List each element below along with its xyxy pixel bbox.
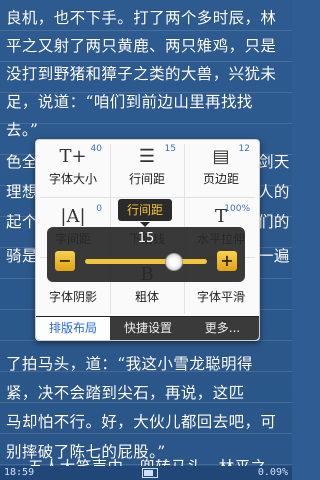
text-line: 良机，也不下手。打了两个多时辰，林 [6,9,277,27]
text-line: 紧，决不会踏到尖石，再说，这匹 [6,384,245,402]
letter-spacing-icon: |A| [60,206,86,227]
slider-value: 15 [137,231,155,246]
setting-font-size[interactable]: 40 T+ 字体大小 [36,140,110,200]
setting-label: 页边距 [202,172,239,186]
setting-label: 字体大小 [48,172,97,186]
slider-knob[interactable] [164,253,183,271]
tab-more[interactable]: 更多... [186,317,259,340]
line-spacing-icon: ☰ [138,146,156,167]
text-line: 没打到野猪和獐子之类的大兽，兴犹未 [6,65,277,83]
text-line: 去。” [6,121,39,139]
line-spacing-slider: 15 − + [47,227,245,282]
text-fragment: 人的 [258,183,290,201]
progress-text: 0.09% [257,467,288,478]
setting-line-spacing[interactable]: 15 ☰ 行间距 [110,140,184,200]
text-line: 马却怕不行。好，大伙儿都回去吧，可 [6,413,277,431]
plus-button[interactable]: + [217,251,237,271]
horizontal-stretch-icon: T [214,206,227,227]
panel-tabs: 排版布局 快捷设置 更多... [36,316,259,340]
page-margin-icon: ▤ [212,146,230,167]
setting-label: 行间距 [128,172,165,186]
slider-title: 行间距 [118,199,172,227]
text-line: 了拍马头，道：“我这小雪龙聪明得 [6,355,253,373]
text-fragment: 剑天 [258,153,290,171]
setting-label: 字体平滑 [196,290,245,304]
setting-label: 粗体 [134,290,159,304]
tab-layout[interactable]: 排版布局 [36,317,110,340]
setting-label: 字体阴影 [48,290,97,304]
setting-page-margin[interactable]: 12 ▤ 页边距 [184,140,258,200]
slider-track[interactable] [85,253,207,271]
font-size-icon: T+ [59,146,87,167]
minus-button[interactable]: − [55,251,75,271]
clock-text: 18:59 [4,467,35,478]
text-line: 平之又射了两只黄鹿、两只雉鸡，只是 [6,37,277,55]
text-fragment: 们的 [258,213,290,231]
text-fragment: 一遍 [258,247,290,265]
battery-icon [142,468,158,478]
tab-quick-settings[interactable]: 快捷设置 [110,317,186,340]
status-bar: 18:59 0.09% [0,466,292,480]
text-line: 足，说道：“咱们到前边山里再找找 [6,93,253,111]
